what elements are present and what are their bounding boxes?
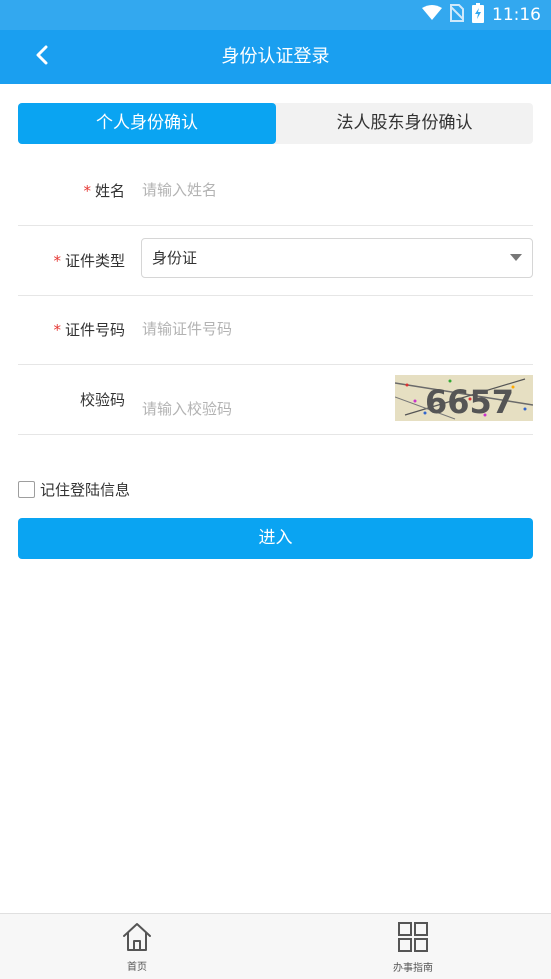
app-bar: 身份认证登录	[0, 30, 551, 84]
name-label: * 姓名	[83, 156, 125, 226]
home-icon	[121, 922, 153, 956]
name-row: * 姓名	[18, 156, 533, 226]
id-number-input[interactable]	[142, 309, 382, 349]
remember-label: 记住登陆信息	[40, 480, 131, 499]
status-bar: 11:16	[0, 0, 551, 30]
captcha-row: 校验码 6657	[18, 365, 533, 435]
captcha-image[interactable]: 6657	[395, 375, 533, 421]
captcha-label: 校验码	[79, 391, 125, 409]
tab-personal[interactable]: 个人身份确认	[18, 103, 276, 144]
name-label-text: 姓名	[94, 182, 125, 200]
wifi-icon	[422, 5, 442, 25]
no-sim-icon	[449, 4, 465, 26]
required-mark: *	[53, 321, 61, 339]
id-type-label: * 证件类型	[53, 226, 125, 296]
caret-down-icon	[510, 254, 522, 261]
id-type-value: 身份证	[152, 249, 198, 267]
battery-charging-icon	[472, 3, 484, 27]
back-button[interactable]	[22, 38, 62, 76]
id-number-label: * 证件号码	[53, 295, 125, 365]
status-icons: 11:16	[422, 0, 541, 30]
grid-icon	[397, 921, 429, 957]
id-type-label-text: 证件类型	[64, 252, 125, 270]
nav-label-home: 首页	[127, 961, 147, 973]
status-time: 11:16	[492, 5, 541, 25]
captcha-text: 6657	[425, 383, 514, 421]
id-number-row: * 证件号码	[18, 295, 533, 365]
captcha-input[interactable]	[142, 389, 382, 429]
bottom-nav: 首页 办事指南	[0, 913, 551, 979]
id-type-select[interactable]: 身份证	[141, 238, 533, 278]
name-input[interactable]	[142, 170, 382, 210]
required-mark: *	[53, 252, 61, 270]
nav-item-guide[interactable]: 办事指南	[363, 914, 463, 979]
nav-label-guide: 办事指南	[393, 962, 433, 974]
id-type-row: * 证件类型 身份证	[18, 226, 533, 296]
required-mark: *	[83, 182, 91, 200]
remember-login-toggle[interactable]: 记住登陆信息	[18, 478, 130, 500]
id-number-label-text: 证件号码	[64, 321, 125, 339]
enter-button[interactable]: 进入	[18, 518, 533, 559]
tab-legal-shareholder[interactable]: 法人股东身份确认	[276, 103, 533, 144]
chevron-left-icon	[35, 45, 49, 69]
nav-item-home[interactable]: 首页	[87, 914, 187, 979]
remember-checkbox[interactable]	[18, 480, 35, 498]
identity-tabs: 个人身份确认 法人股东身份确认	[18, 103, 533, 144]
page-title: 身份认证登录	[221, 46, 330, 67]
